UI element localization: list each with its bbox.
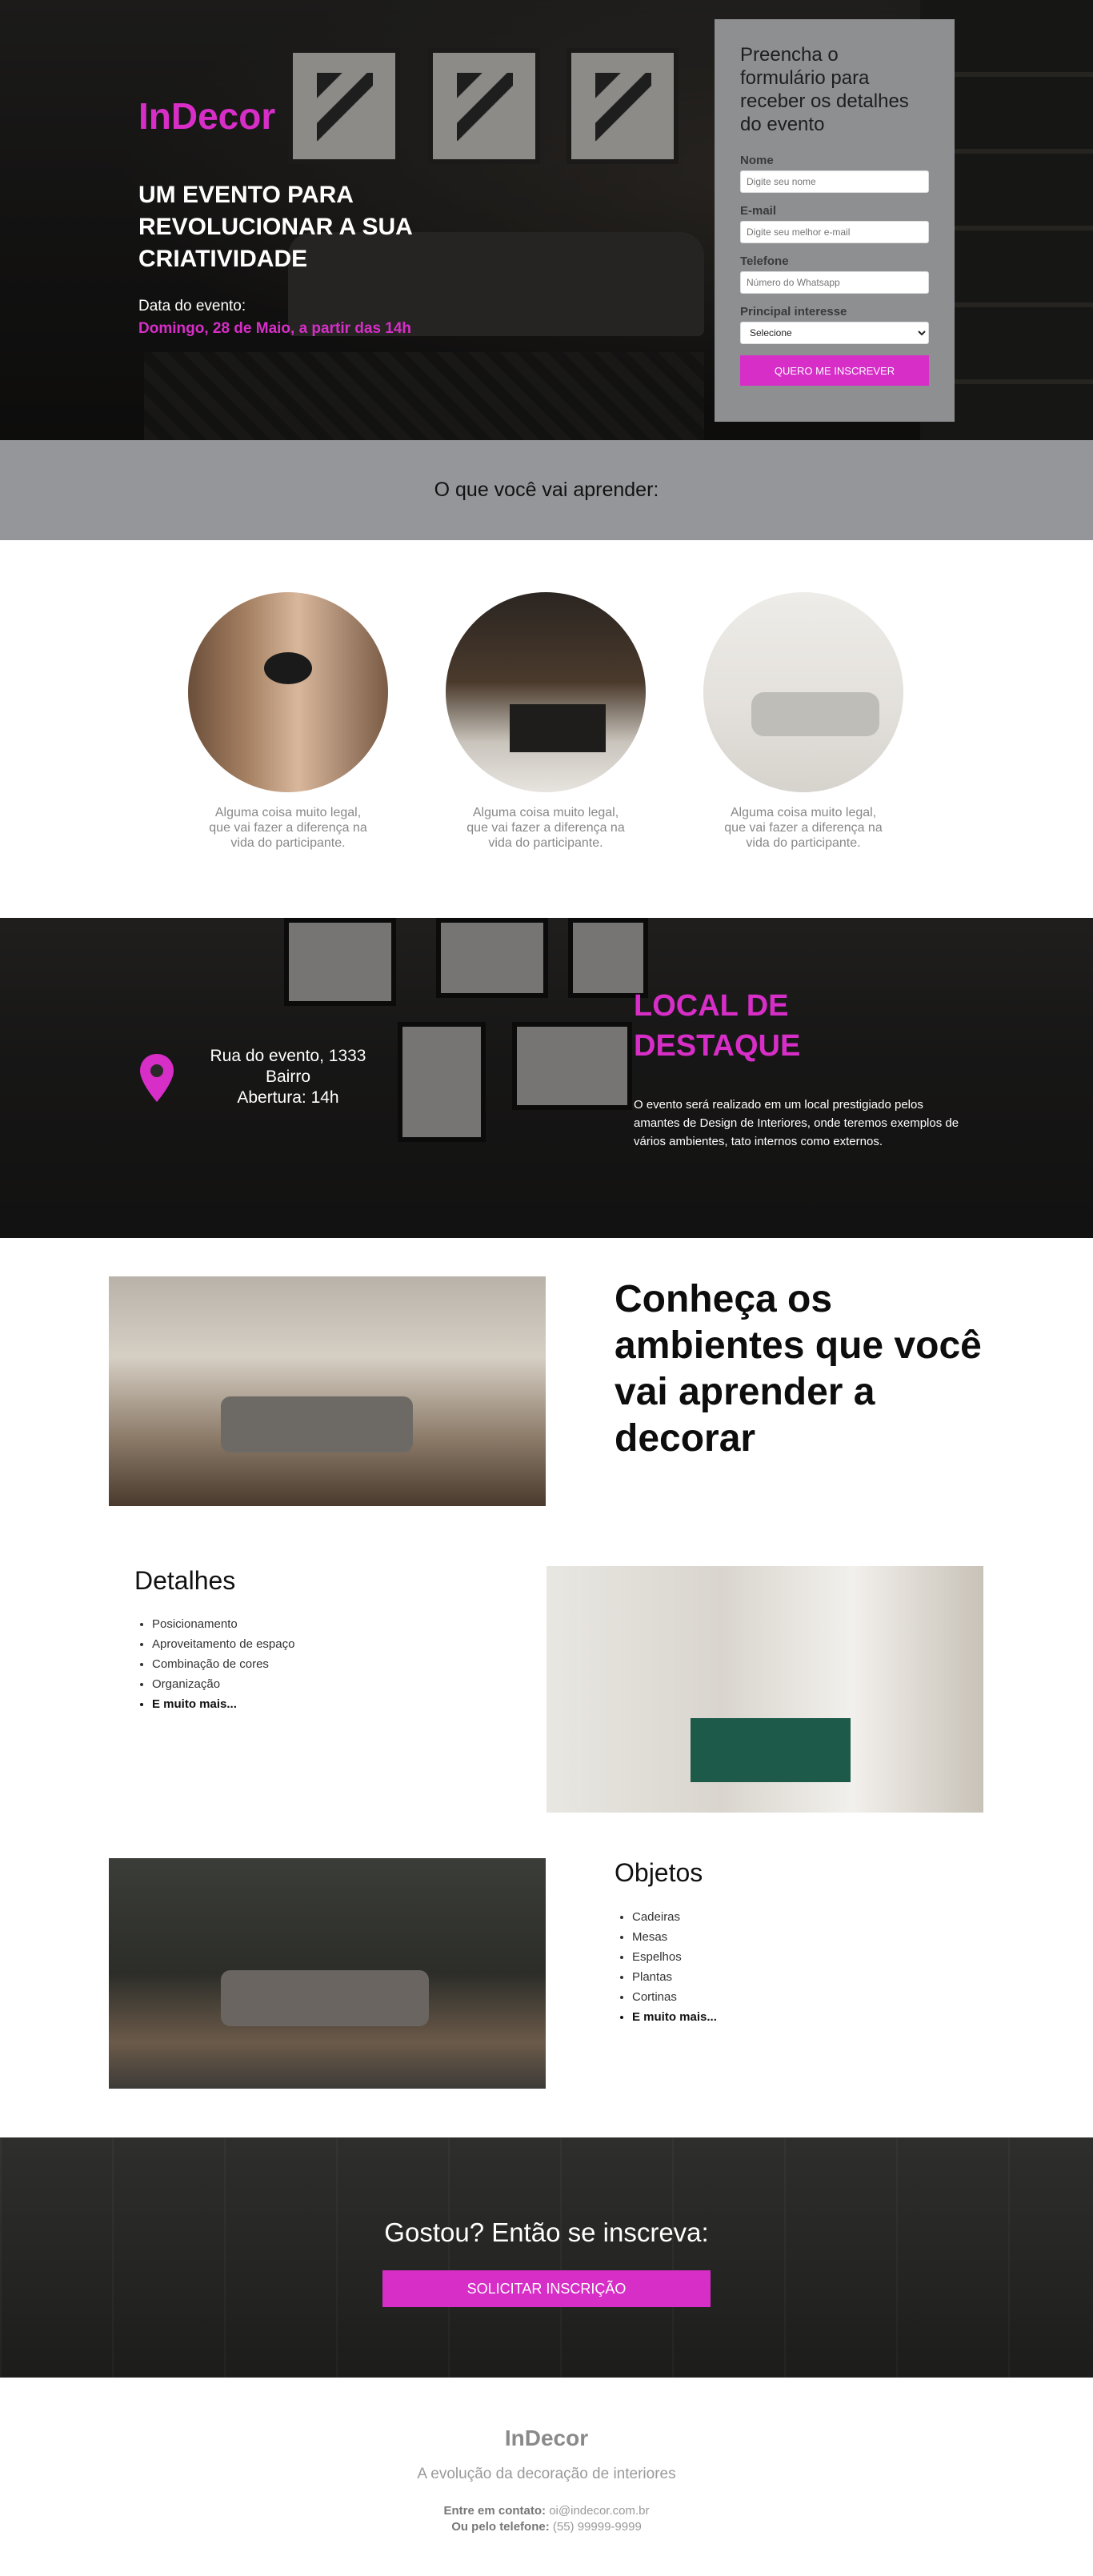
- list-item-more: E muito mais...: [152, 1694, 294, 1714]
- list-item: Cadeiras: [632, 1907, 717, 1927]
- name-label: Nome: [740, 154, 774, 167]
- learn-item: Alguma coisa muito legal, que vai fazer …: [446, 592, 646, 851]
- environments-heading: Conheça os ambientes que você vai aprend…: [615, 1278, 982, 1460]
- cta-section: Gostou? Então se inscreva: SOLICITAR INS…: [0, 2137, 1093, 2378]
- list-item: Cortinas: [632, 1987, 717, 2007]
- email-input[interactable]: [740, 221, 929, 243]
- interest-select[interactable]: Selecione: [740, 322, 929, 344]
- dining-circle-image: [446, 592, 646, 792]
- footer-tagline: A evolução da decoração de interiores: [417, 2466, 676, 2482]
- brand-logo: InDecor: [138, 95, 276, 137]
- footer-phone: Ou pelo telefone: (55) 99999-9999: [0, 2520, 1093, 2534]
- cta-heading: Gostou? Então se inscreva:: [384, 2217, 709, 2247]
- list-item: Organização: [152, 1674, 294, 1694]
- event-address: Rua do evento, 1333 Bairro Abertura: 14h: [200, 1046, 376, 1108]
- kitchen-circle-image: [188, 592, 388, 792]
- contact-email[interactable]: oi@indecor.com.br: [549, 2504, 649, 2518]
- name-input[interactable]: [740, 170, 929, 193]
- address-neighborhood: Bairro: [265, 1068, 311, 1086]
- footer-contact: Entre em contato: oi@indecor.com.br: [0, 2504, 1093, 2518]
- learn-items-section: Alguma coisa muito legal, que vai fazer …: [0, 540, 1093, 918]
- list-item: Mesas: [632, 1927, 717, 1947]
- phone-label: Telefone: [740, 254, 789, 268]
- footer-brand: InDecor: [504, 2426, 589, 2450]
- contact-label: Entre em contato:: [443, 2504, 546, 2518]
- map-pin-icon: [140, 1054, 174, 1102]
- location-description: O evento será realizado em um local pres…: [634, 1098, 959, 1148]
- living-circle-image: [703, 592, 903, 792]
- lounge-photo: [109, 1858, 546, 2089]
- hero-headline: UM EVENTO PARA REVOLUCIONAR A SUA CRIATI…: [138, 182, 412, 272]
- hero-section: InDecor UM EVENTO PARA REVOLUCIONAR A SU…: [0, 0, 1093, 440]
- learn-item-text: Alguma coisa muito legal, que vai fazer …: [724, 806, 883, 850]
- list-item: Combinação de cores: [152, 1654, 294, 1674]
- learn-item: Alguma coisa muito legal, que vai fazer …: [703, 592, 903, 851]
- objects-list: Cadeiras Mesas Espelhos Plantas Cortinas…: [615, 1907, 717, 2027]
- dining-room-photo: [546, 1566, 983, 1813]
- details-list: Posicionamento Aproveitamento de espaço …: [134, 1614, 294, 1714]
- list-item: Espelhos: [632, 1947, 717, 1967]
- footer: InDecor A evolução da decoração de inter…: [0, 2378, 1093, 2576]
- phone-label: Ou pelo telefone:: [451, 2520, 550, 2534]
- form-title: Preencha o formulário para receber os de…: [740, 44, 909, 135]
- objects-title: Objetos: [615, 1858, 703, 1887]
- signup-form: Preencha o formulário para receber os de…: [715, 19, 955, 422]
- learn-item-text: Alguma coisa muito legal, que vai fazer …: [209, 806, 367, 850]
- learn-item: Alguma coisa muito legal, que vai fazer …: [188, 592, 388, 851]
- learn-item-text: Alguma coisa muito legal, que vai fazer …: [466, 806, 625, 850]
- learn-heading: O que você vai aprender:: [434, 479, 659, 501]
- location-section: Rua do evento, 1333 Bairro Abertura: 14h…: [0, 918, 1093, 1238]
- interest-label: Principal interesse: [740, 305, 847, 318]
- event-date-label: Data do evento:: [138, 298, 246, 314]
- address-opening: Abertura: 14h: [237, 1088, 339, 1107]
- list-item-more: E muito mais...: [632, 2007, 717, 2027]
- address-street: Rua do evento, 1333: [210, 1047, 366, 1065]
- request-signup-button[interactable]: SOLICITAR INSCRIÇÃO: [382, 2270, 711, 2307]
- list-item: Aproveitamento de espaço: [152, 1634, 294, 1654]
- email-label: E-mail: [740, 204, 777, 218]
- contact-phone[interactable]: (55) 99999-9999: [553, 2520, 642, 2534]
- location-title: LOCAL DE DESTAQUE: [634, 989, 801, 1063]
- subscribe-button[interactable]: QUERO ME INSCREVER: [740, 355, 929, 386]
- living-room-photo: [109, 1276, 546, 1506]
- environments-section: Conheça os ambientes que você vai aprend…: [0, 1238, 1093, 2137]
- event-date-value: Domingo, 28 de Maio, a partir das 14h: [138, 320, 412, 337]
- list-item: Posicionamento: [152, 1614, 294, 1634]
- learn-bar: O que você vai aprender:: [0, 440, 1093, 540]
- list-item: Plantas: [632, 1967, 717, 1987]
- details-title: Detalhes: [134, 1566, 236, 1595]
- phone-input[interactable]: [740, 271, 929, 294]
